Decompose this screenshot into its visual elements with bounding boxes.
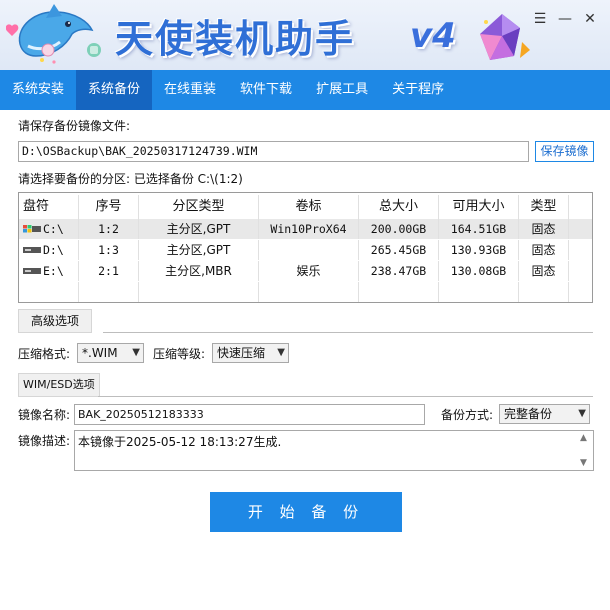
- image-description-textarea[interactable]: 本镜像于2025-05-12 18:13:27生成. ▲ ▼: [74, 430, 594, 471]
- drive-letter: E:\: [43, 264, 64, 278]
- compress-format-label: 压缩格式:: [18, 347, 71, 361]
- wim-esd-options-tab: WIM/ESD选项: [18, 373, 100, 397]
- chevron-down-icon: ▼: [277, 347, 285, 358]
- column-header-drive: 盘符: [19, 195, 79, 219]
- partition-select-label: 请选择要备份的分区: 已选择备份 C:\(1:2): [18, 172, 243, 186]
- volume-label: 娱乐: [259, 261, 359, 281]
- total-size: 200.00GB: [359, 219, 439, 239]
- table-row[interactable]: D:\ 1:3 主分区,GPT 265.45GB 130.93GB 固态: [19, 240, 592, 260]
- free-size: 164.51GB: [439, 219, 519, 239]
- main-nav: 系统安装 系统备份 在线重装 软件下载 扩展工具 关于程序: [0, 70, 610, 110]
- compress-level-label: 压缩等级:: [153, 347, 206, 361]
- scroll-up-icon[interactable]: ▲: [580, 433, 587, 443]
- backup-mode-label: 备份方式:: [441, 408, 494, 422]
- app-header: 天使装机助手 v4 ☰ — ✕: [0, 0, 610, 70]
- drive-icon: [23, 267, 41, 274]
- image-name-label: 镜像名称:: [18, 408, 71, 422]
- tab-online-reinstall[interactable]: 在线重装: [152, 70, 228, 110]
- image-description-label: 镜像描述:: [18, 434, 71, 448]
- tab-software-download[interactable]: 软件下载: [228, 70, 304, 110]
- advanced-options-tab: 高级选项: [18, 309, 93, 333]
- column-header-partition-type: 分区类型: [139, 195, 259, 219]
- close-button[interactable]: ✕: [580, 10, 600, 28]
- volume-label: Win10ProX64: [259, 219, 359, 239]
- column-header-index: 序号: [79, 195, 139, 219]
- tab-about[interactable]: 关于程序: [380, 70, 456, 110]
- disk-kind: 固态: [519, 240, 569, 260]
- column-header-kind: 类型: [519, 195, 569, 219]
- total-size: 238.47GB: [359, 261, 439, 281]
- section-divider: [103, 332, 593, 333]
- save-path-input[interactable]: D:\OSBackup\BAK_20250317124739.WIM: [18, 141, 529, 162]
- column-header-total-size: 总大小: [359, 195, 439, 219]
- column-header-free-size: 可用大小: [439, 195, 519, 219]
- partition-table: 盘符 序号 分区类型 卷标 总大小 可用大小 类型 C:\ 1:2 主分区,GP…: [18, 192, 593, 303]
- table-header: 盘符 序号 分区类型 卷标 总大小 可用大小 类型: [19, 195, 592, 219]
- image-description-text: 本镜像于2025-05-12 18:13:27生成.: [78, 435, 282, 449]
- free-size: 130.93GB: [439, 240, 519, 260]
- partition-index: 1:3: [79, 240, 139, 260]
- table-row-empty: [19, 282, 592, 302]
- volume-label: [259, 240, 359, 260]
- disk-kind: 固态: [519, 261, 569, 281]
- disk-kind: 固态: [519, 219, 569, 239]
- app-version: v4: [410, 16, 456, 56]
- dolphin-mascot-icon: [6, 4, 101, 64]
- drive-letter: D:\: [43, 243, 64, 257]
- app-title: 天使装机助手: [115, 17, 356, 61]
- image-name-input[interactable]: BAK_20250512183333: [74, 404, 425, 425]
- scroll-down-icon[interactable]: ▼: [580, 458, 587, 468]
- save-image-button[interactable]: 保存镜像: [535, 141, 594, 162]
- partition-index: 2:1: [79, 261, 139, 281]
- table-row[interactable]: E:\ 2:1 主分区,MBR 娱乐 238.47GB 130.08GB 固态: [19, 261, 592, 281]
- total-size: 265.45GB: [359, 240, 439, 260]
- drive-icon: [23, 246, 41, 253]
- partition-type: 主分区,MBR: [139, 261, 259, 281]
- chevron-down-icon: ▼: [132, 347, 140, 358]
- compress-format-value: *.WIM: [82, 346, 118, 360]
- textarea-scrollbar[interactable]: ▲ ▼: [579, 433, 591, 468]
- chevron-down-icon: ▼: [578, 408, 586, 419]
- backup-mode-value: 完整备份: [504, 407, 553, 421]
- minimize-button[interactable]: —: [555, 10, 575, 28]
- crystal-logo-icon: [480, 14, 530, 60]
- partition-type: 主分区,GPT: [139, 240, 259, 260]
- partition-type: 主分区,GPT: [139, 219, 259, 239]
- compress-level-value: 快速压缩: [217, 346, 266, 360]
- backup-mode-select[interactable]: 完整备份 ▼: [499, 404, 590, 424]
- drive-letter: C:\: [43, 222, 64, 236]
- save-path-label: 请保存备份镜像文件:: [18, 119, 131, 133]
- start-backup-button[interactable]: 开 始 备 份: [210, 492, 402, 532]
- column-header-volume: 卷标: [259, 195, 359, 219]
- compress-format-select[interactable]: *.WIM ▼: [77, 343, 144, 363]
- compress-level-select[interactable]: 快速压缩 ▼: [212, 343, 289, 363]
- tab-extension-tools[interactable]: 扩展工具: [304, 70, 380, 110]
- system-drive-icon: [23, 224, 41, 232]
- table-row[interactable]: C:\ 1:2 主分区,GPT Win10ProX64 200.00GB 164…: [19, 219, 592, 239]
- free-size: 130.08GB: [439, 261, 519, 281]
- partition-index: 1:2: [79, 219, 139, 239]
- menu-icon[interactable]: ☰: [530, 10, 550, 28]
- tab-system-install[interactable]: 系统安装: [0, 70, 76, 110]
- tab-system-backup[interactable]: 系统备份: [76, 70, 153, 110]
- section-divider: [98, 396, 593, 397]
